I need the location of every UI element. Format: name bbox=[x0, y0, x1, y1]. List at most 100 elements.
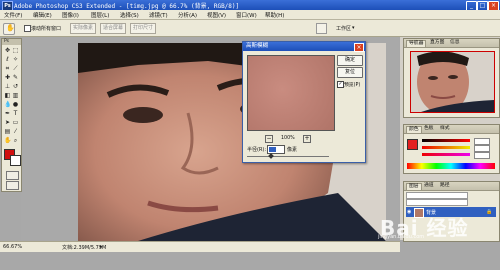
preview-zoom-level: 100% bbox=[281, 136, 295, 141]
bridge-icon[interactable] bbox=[316, 23, 327, 34]
menu-image[interactable]: 图像(I) bbox=[62, 11, 79, 19]
scroll-all-windows-label: 滚动所有窗口 bbox=[31, 26, 62, 32]
plus-icon: + bbox=[304, 135, 310, 142]
blur-preview[interactable] bbox=[247, 55, 335, 131]
menu-edit[interactable]: 编辑(E) bbox=[33, 11, 52, 19]
red-value-input[interactable] bbox=[474, 138, 490, 145]
status-bar: 66.67% 文档:2.39M/5.79M ▸ bbox=[0, 241, 400, 252]
tab-channels[interactable]: 通道 bbox=[422, 183, 436, 189]
toolbox-header: Ps bbox=[2, 39, 21, 45]
watermark-url: jingyan.baidu.com bbox=[378, 234, 425, 240]
quick-mask-button[interactable] bbox=[6, 171, 19, 180]
move-tool-icon[interactable]: ✥ bbox=[4, 47, 11, 54]
scroll-all-windows-checkbox[interactable] bbox=[24, 25, 31, 32]
blue-slider[interactable] bbox=[422, 153, 470, 156]
color-tabs: 颜色 色板 样式 bbox=[404, 125, 499, 134]
radius-slider-track[interactable] bbox=[247, 156, 329, 157]
tab-styles[interactable]: 样式 bbox=[438, 126, 452, 132]
menu-window[interactable]: 窗口(W) bbox=[236, 11, 257, 19]
preview-image bbox=[248, 56, 334, 130]
menu-layer[interactable]: 图层(L) bbox=[91, 11, 109, 19]
ps-logo-icon: Ps bbox=[4, 39, 9, 44]
ok-button[interactable]: 确定 bbox=[337, 55, 363, 66]
menu-view[interactable]: 视图(V) bbox=[207, 11, 226, 19]
hand-tool-icon[interactable]: ✋ bbox=[4, 137, 11, 144]
tab-navigator[interactable]: 导航器 bbox=[406, 40, 427, 47]
print-size-button[interactable]: 打印尺寸 bbox=[130, 23, 157, 34]
menu-help[interactable]: 帮助(H) bbox=[265, 11, 284, 19]
preview-label: 预览(P) bbox=[344, 83, 361, 88]
options-bar: ✋ 滚动所有窗口 实际像素 适合屏幕 打印尺寸 工作区 ▾ bbox=[0, 20, 500, 37]
marquee-tool-icon[interactable]: ⬚ bbox=[12, 47, 19, 54]
red-slider[interactable] bbox=[422, 139, 470, 142]
workspace-menu[interactable]: 工作区 bbox=[336, 25, 351, 32]
actual-pixels-button[interactable]: 实际像素 bbox=[70, 23, 97, 34]
tab-histogram[interactable]: 直方图 bbox=[428, 40, 446, 46]
tab-layers[interactable]: 图层 bbox=[406, 183, 422, 190]
dialog-close-button[interactable]: × bbox=[354, 43, 364, 52]
preview-checkbox[interactable]: ✓ bbox=[337, 81, 344, 88]
toolbox: Ps ✥ ⬚ ℓ ✧ ⌗ ⟋ ✚ ✎ ⊥ ↺ ◧ ▥ 💧 ● ✒ T ➤ ▭ ▤… bbox=[1, 38, 22, 192]
zoom-level[interactable]: 66.67% bbox=[3, 244, 22, 250]
dialog-title: 高斯模糊 bbox=[246, 43, 269, 49]
tab-paths[interactable]: 路径 bbox=[438, 183, 452, 189]
status-arrow-icon[interactable]: ▸ bbox=[100, 244, 103, 250]
brush-tool-icon[interactable]: ✎ bbox=[12, 74, 19, 81]
reset-button[interactable]: 复位 bbox=[337, 67, 363, 78]
zoom-tool-icon[interactable]: ⌕ bbox=[12, 137, 19, 144]
eyedropper-tool-icon[interactable]: ⁄ bbox=[12, 128, 19, 135]
menu-file[interactable]: 文件(F) bbox=[4, 11, 22, 19]
magic-wand-tool-icon[interactable]: ✧ bbox=[12, 56, 19, 63]
notes-tool-icon[interactable]: ▤ bbox=[4, 128, 11, 135]
crop-tool-icon[interactable]: ⌗ bbox=[4, 65, 11, 72]
clone-stamp-tool-icon[interactable]: ⊥ bbox=[4, 83, 11, 90]
healing-brush-tool-icon[interactable]: ✚ bbox=[4, 74, 11, 81]
hand-tool-icon: ✋ bbox=[6, 24, 15, 32]
slice-tool-icon[interactable]: ⟋ bbox=[12, 65, 19, 72]
minus-icon: − bbox=[266, 135, 272, 142]
radius-slider-thumb[interactable] bbox=[268, 153, 274, 159]
blur-tool-icon[interactable]: 💧 bbox=[4, 101, 11, 108]
window-title: Adobe Photoshop CS3 Extended - [timg.jpg… bbox=[14, 3, 240, 10]
navigator-tabs: 导航器 直方图 信息 bbox=[404, 39, 499, 48]
screen-mode-button[interactable] bbox=[6, 181, 19, 190]
navigator-panel: 导航器 直方图 信息 bbox=[403, 38, 500, 118]
green-value-input[interactable] bbox=[474, 145, 490, 152]
color-spectrum-bar[interactable] bbox=[407, 163, 495, 169]
blue-value-input[interactable] bbox=[474, 152, 490, 159]
dodge-tool-icon[interactable]: ● bbox=[12, 101, 19, 108]
title-bar: Ps Adobe Photoshop CS3 Extended - [timg.… bbox=[0, 0, 500, 11]
pen-tool-icon[interactable]: ✒ bbox=[4, 110, 11, 117]
background-color-swatch[interactable] bbox=[10, 155, 21, 166]
layers-tabs: 图层 通道 路径 bbox=[404, 182, 499, 191]
eraser-tool-icon[interactable]: ◧ bbox=[4, 92, 11, 99]
path-selection-tool-icon[interactable]: ➤ bbox=[4, 119, 11, 126]
menu-select[interactable]: 选择(S) bbox=[120, 11, 139, 19]
tab-color[interactable]: 颜色 bbox=[406, 126, 422, 133]
menu-filter[interactable]: 滤镜(T) bbox=[149, 11, 168, 19]
chevron-down-icon: ▾ bbox=[352, 25, 355, 31]
lock-icon: 🔒 bbox=[486, 209, 493, 215]
gaussian-blur-dialog: 高斯模糊 × 确定 复位 ✓ 预览(P) − 100% + 半径(R): 像素 bbox=[242, 41, 366, 163]
gradient-tool-icon[interactable]: ▥ bbox=[12, 92, 19, 99]
color-foreground-swatch[interactable] bbox=[407, 139, 418, 150]
navigator-photo bbox=[411, 52, 494, 112]
zoom-in-button[interactable]: + bbox=[303, 135, 311, 143]
tool-preset-picker[interactable]: ✋ bbox=[3, 23, 15, 35]
blend-mode-select[interactable] bbox=[406, 192, 468, 199]
navigator-thumbnail[interactable] bbox=[410, 51, 495, 113]
dialog-title-bar: 高斯模糊 × bbox=[243, 42, 365, 52]
green-slider[interactable] bbox=[422, 146, 470, 149]
color-panel: 颜色 色板 样式 bbox=[403, 124, 500, 174]
bottom-area bbox=[0, 252, 500, 270]
type-tool-icon[interactable]: T bbox=[12, 110, 19, 117]
menu-analysis[interactable]: 分析(A) bbox=[178, 11, 197, 19]
lock-row[interactable] bbox=[406, 199, 468, 206]
zoom-out-button[interactable]: − bbox=[265, 135, 273, 143]
history-brush-tool-icon[interactable]: ↺ bbox=[12, 83, 19, 90]
shape-tool-icon[interactable]: ▭ bbox=[12, 119, 19, 126]
lasso-tool-icon[interactable]: ℓ bbox=[4, 56, 11, 63]
tab-swatches[interactable]: 色板 bbox=[422, 126, 436, 132]
fit-screen-button[interactable]: 适合屏幕 bbox=[100, 23, 127, 34]
tab-info[interactable]: 信息 bbox=[448, 40, 462, 46]
